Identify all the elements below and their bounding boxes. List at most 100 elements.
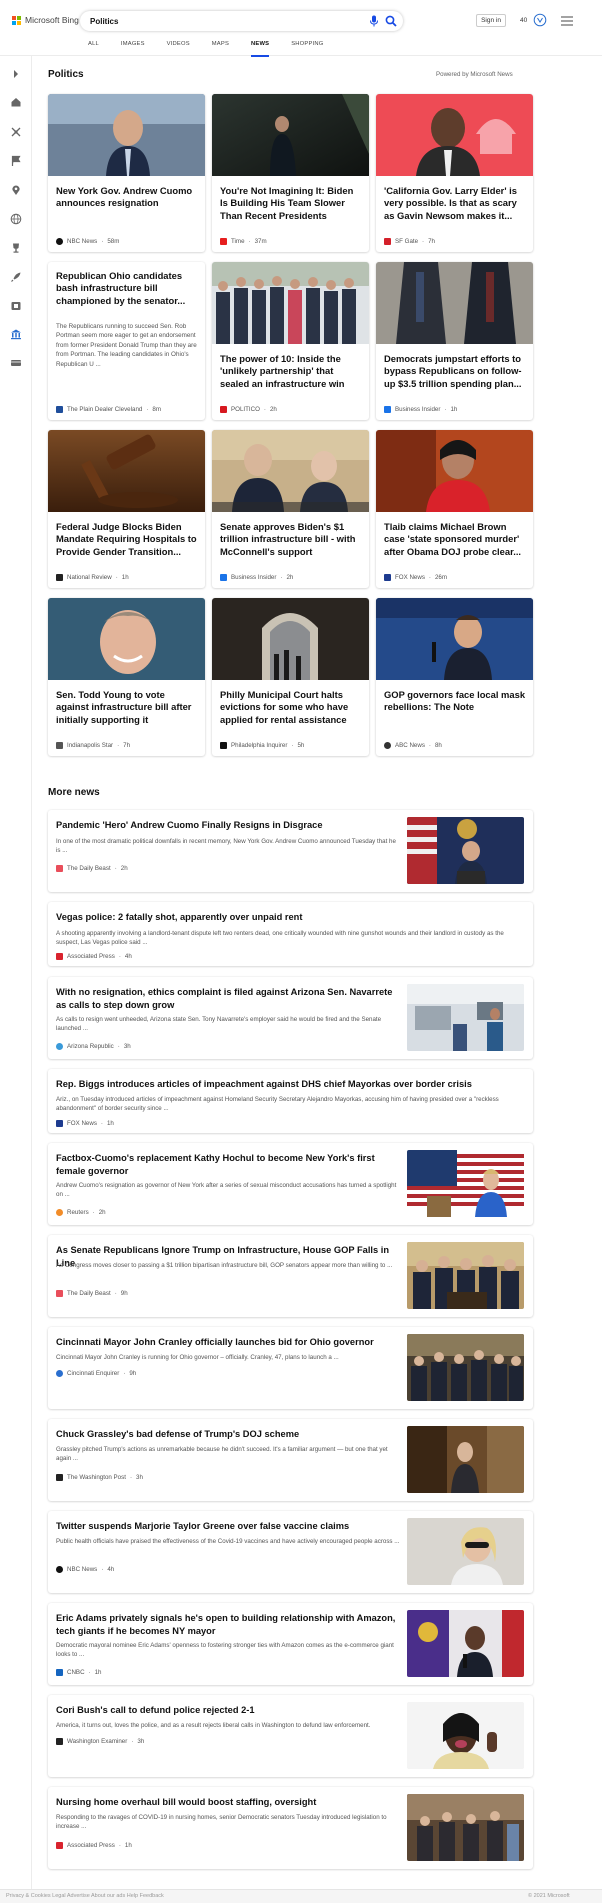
news-title[interactable]: 'California Gov. Larry Elder' is very po… xyxy=(384,185,526,222)
news-source[interactable]: The Washington Post · 3h xyxy=(56,1474,143,1481)
discover-icon[interactable] xyxy=(10,126,22,138)
news-title[interactable]: New York Gov. Andrew Cuomo announces res… xyxy=(56,185,198,210)
news-source[interactable]: Associated Press · 4h xyxy=(56,953,132,960)
microphone-icon[interactable] xyxy=(369,15,379,27)
tab-shopping[interactable]: SHOPPING xyxy=(291,41,323,55)
news-title[interactable]: Democrats jumpstart efforts to bypass Re… xyxy=(384,353,526,390)
news-list-item[interactable]: Cincinnati Mayor John Cranley officially… xyxy=(48,1327,533,1409)
bing-logo[interactable]: Microsoft Bing xyxy=(12,15,79,25)
news-title[interactable]: The power of 10: Inside the 'unlikely pa… xyxy=(220,353,362,390)
news-source[interactable]: Arizona Republic · 3h xyxy=(56,1043,131,1050)
news-title[interactable]: Philly Municipal Court halts evictions f… xyxy=(220,689,362,726)
news-source[interactable]: CNBC · 1h xyxy=(56,1669,102,1676)
news-title[interactable]: Sen. Todd Young to vote against infrastr… xyxy=(56,689,198,726)
news-title[interactable]: Cori Bush's call to defund police reject… xyxy=(56,1704,401,1717)
news-title[interactable]: Vegas police: 2 fatally shot, apparently… xyxy=(56,911,526,924)
politics-icon[interactable] xyxy=(10,328,22,340)
chevron-right-icon[interactable] xyxy=(10,68,22,80)
news-title[interactable]: Cincinnati Mayor John Cranley officially… xyxy=(56,1336,401,1349)
rewards-points[interactable]: 40 xyxy=(520,17,527,24)
rocket-icon[interactable] xyxy=(10,271,22,283)
news-source[interactable]: Washington Examiner · 3h xyxy=(56,1738,144,1745)
search-box[interactable] xyxy=(80,11,403,31)
news-list-item[interactable]: Pandemic 'Hero' Andrew Cuomo Finally Res… xyxy=(48,810,533,892)
sign-in-button[interactable]: Sign in xyxy=(476,14,506,27)
news-title[interactable]: Eric Adams privately signals he's open t… xyxy=(56,1612,401,1637)
news-card[interactable]: Senate approves Biden's $1 trillion infr… xyxy=(212,430,369,588)
tab-maps[interactable]: MAPS xyxy=(212,41,229,55)
news-title[interactable]: Nursing home overhaul bill would boost s… xyxy=(56,1796,401,1809)
money-icon[interactable] xyxy=(10,357,22,369)
news-title[interactable]: Chuck Grassley's bad defense of Trump's … xyxy=(56,1428,401,1441)
news-list-item[interactable]: With no resignation, ethics complaint is… xyxy=(48,977,533,1059)
news-title[interactable]: Tlaib claims Michael Brown case 'state s… xyxy=(384,521,526,558)
news-title[interactable]: You're Not Imagining It: Biden Is Buildi… xyxy=(220,185,362,222)
news-source[interactable]: NBC News · 58m xyxy=(56,238,119,245)
news-source[interactable]: Indianapolis Star · 7h xyxy=(56,742,130,749)
tab-all[interactable]: ALL xyxy=(88,41,99,55)
news-source[interactable]: POLITICO · 2h xyxy=(220,406,277,413)
news-source[interactable]: The Daily Beast · 9h xyxy=(56,1290,128,1297)
news-source[interactable]: Reuters · 2h xyxy=(56,1209,106,1216)
home-icon[interactable] xyxy=(10,96,22,108)
globe-icon[interactable] xyxy=(10,213,22,225)
news-source[interactable]: Cincinnati Enquirer · 9h xyxy=(56,1370,136,1377)
news-card[interactable]: Federal Judge Blocks Biden Mandate Requi… xyxy=(48,430,205,588)
search-input[interactable] xyxy=(90,14,340,28)
news-title[interactable]: Twitter suspends Marjorie Taylor Greene … xyxy=(56,1520,401,1533)
news-list-item[interactable]: Vegas police: 2 fatally shot, apparently… xyxy=(48,902,533,966)
news-source[interactable]: NBC News · 4h xyxy=(56,1566,114,1573)
tab-images[interactable]: IMAGES xyxy=(121,41,145,55)
news-source[interactable]: The Daily Beast · 2h xyxy=(56,865,128,872)
news-list-item[interactable]: As Senate Republicans Ignore Trump on In… xyxy=(48,1235,533,1317)
news-source[interactable]: Associated Press · 1h xyxy=(56,1842,132,1849)
news-card[interactable]: GOP governors face local mask rebellions… xyxy=(376,598,533,756)
news-title[interactable]: Republican Ohio candidates bash infrastr… xyxy=(56,270,198,307)
search-icon[interactable] xyxy=(385,15,397,27)
source-logo-icon xyxy=(56,1474,63,1481)
news-source[interactable]: Business Insider · 2h xyxy=(220,574,293,581)
news-source[interactable]: Philadelphia Inquirer · 5h xyxy=(220,742,304,749)
news-source[interactable]: FOX News · 1h xyxy=(56,1120,114,1127)
news-source[interactable]: SF Gate · 7h xyxy=(384,238,435,245)
news-source[interactable]: FOX News · 26m xyxy=(384,574,447,581)
news-card[interactable]: The power of 10: Inside the 'unlikely pa… xyxy=(212,262,369,420)
news-source[interactable]: National Review · 1h xyxy=(56,574,129,581)
rewards-icon[interactable] xyxy=(533,13,547,27)
tab-videos[interactable]: VIDEOS xyxy=(167,41,190,55)
tab-news[interactable]: NEWS xyxy=(251,41,270,57)
flag-icon[interactable] xyxy=(10,155,22,167)
news-title[interactable]: Senate approves Biden's $1 trillion infr… xyxy=(220,521,362,558)
news-card[interactable]: You're Not Imagining It: Biden Is Buildi… xyxy=(212,94,369,252)
news-title[interactable]: Federal Judge Blocks Biden Mandate Requi… xyxy=(56,521,198,558)
news-title[interactable]: Rep. Biggs introduces articles of impeac… xyxy=(56,1078,526,1091)
news-title[interactable]: GOP governors face local mask rebellions… xyxy=(384,689,526,714)
news-source[interactable]: The Plain Dealer Cleveland · 8m xyxy=(56,406,161,413)
hamburger-menu-icon[interactable] xyxy=(561,16,573,26)
news-title[interactable]: Pandemic 'Hero' Andrew Cuomo Finally Res… xyxy=(56,819,401,832)
news-list-item[interactable]: Factbox-Cuomo's replacement Kathy Hochul… xyxy=(48,1143,533,1225)
film-icon[interactable] xyxy=(10,300,22,312)
news-list-item[interactable]: Rep. Biggs introduces articles of impeac… xyxy=(48,1069,533,1133)
news-list-item[interactable]: Eric Adams privately signals he's open t… xyxy=(48,1603,533,1685)
news-card[interactable]: Tlaib claims Michael Brown case 'state s… xyxy=(376,430,533,588)
location-pin-icon[interactable] xyxy=(10,184,22,196)
news-source[interactable]: Business Insider · 1h xyxy=(384,406,457,413)
news-card[interactable]: Democrats jumpstart efforts to bypass Re… xyxy=(376,262,533,420)
news-card[interactable]: New York Gov. Andrew Cuomo announces res… xyxy=(48,94,205,252)
news-list-item[interactable]: Nursing home overhaul bill would boost s… xyxy=(48,1787,533,1869)
news-card[interactable]: 'California Gov. Larry Elder' is very po… xyxy=(376,94,533,252)
footer-links[interactable]: Privacy & Cookies Legal Advertise About … xyxy=(6,1893,164,1899)
news-source[interactable]: ABC News · 8h xyxy=(384,742,442,749)
news-thumbnail xyxy=(48,94,205,176)
news-title[interactable]: Factbox-Cuomo's replacement Kathy Hochul… xyxy=(56,1152,401,1177)
news-list-item[interactable]: Cori Bush's call to defund police reject… xyxy=(48,1695,533,1777)
news-card[interactable]: Sen. Todd Young to vote against infrastr… xyxy=(48,598,205,756)
news-list-item[interactable]: Chuck Grassley's bad defense of Trump's … xyxy=(48,1419,533,1501)
news-list-item[interactable]: Twitter suspends Marjorie Taylor Greene … xyxy=(48,1511,533,1593)
news-source[interactable]: Time · 37m xyxy=(220,238,267,245)
news-card[interactable]: Philly Municipal Court halts evictions f… xyxy=(212,598,369,756)
trophy-icon[interactable] xyxy=(10,242,22,254)
news-card[interactable]: Republican Ohio candidates bash infrastr… xyxy=(48,262,205,420)
news-title[interactable]: With no resignation, ethics complaint is… xyxy=(56,986,401,1011)
